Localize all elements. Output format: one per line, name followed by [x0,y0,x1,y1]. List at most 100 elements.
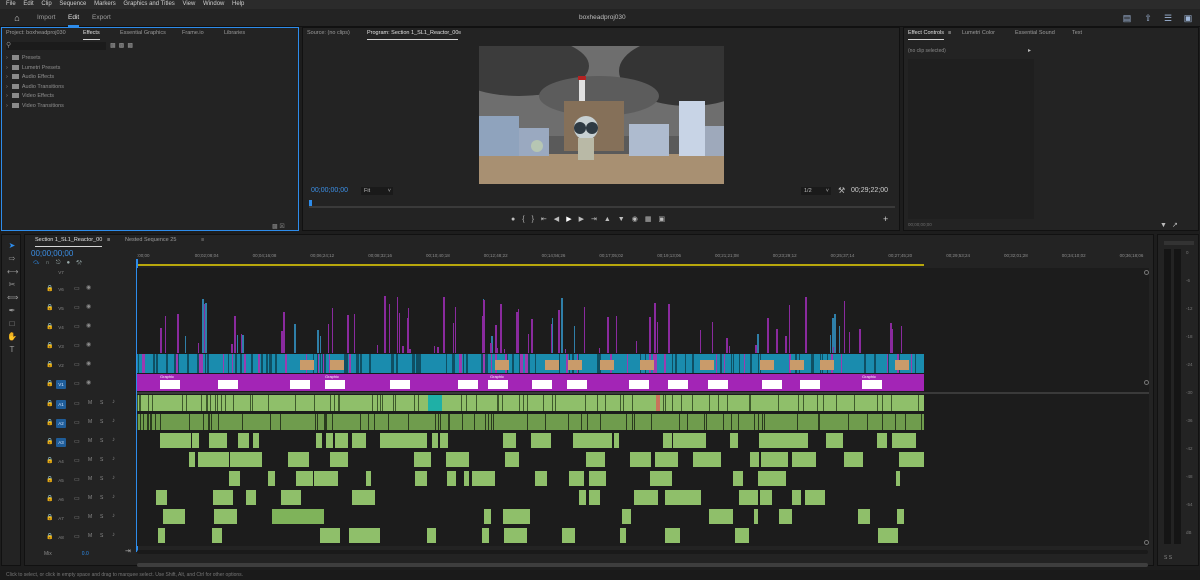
tab-source[interactable]: Source: (no clips) [307,28,350,39]
overlay-clip[interactable] [900,325,903,353]
overlay-clip[interactable] [699,330,702,353]
track-name-V6[interactable]: V6 [56,285,66,294]
clip-edge[interactable] [258,354,260,373]
audio-edge[interactable] [664,395,666,411]
clip-edge[interactable] [166,354,168,373]
lock-icon[interactable]: 🔒 [46,323,53,330]
overlay-clip[interactable] [668,304,670,353]
overlay-clip[interactable] [384,296,386,353]
audio-edge[interactable] [881,395,883,411]
audio-clip[interactable] [620,528,627,543]
video-thumb[interactable] [600,360,614,370]
audio-edge[interactable] [371,395,373,411]
clip-edge[interactable] [244,354,246,373]
solo-button[interactable]: S [100,514,103,520]
audio-edge[interactable] [208,414,209,430]
sync-icon[interactable]: ▭ [74,400,80,407]
track-name-V7[interactable]: V7 [56,268,66,277]
menu-markers[interactable]: Markers [94,0,116,9]
clip-edge[interactable] [391,354,393,373]
clip-edge[interactable] [750,354,752,373]
step-back-icon[interactable]: ◀ [554,216,566,223]
clip-edge[interactable] [344,354,347,373]
audio-edge[interactable] [542,395,544,411]
clip-edge[interactable] [187,354,189,373]
clip-edge[interactable] [153,354,155,373]
overlay-clip[interactable] [317,329,319,353]
tab-libraries[interactable]: Libraries [224,28,245,39]
overlay-clip[interactable] [531,319,533,353]
sync-icon[interactable]: ▭ [74,380,80,387]
eye-icon[interactable]: ◉ [86,360,91,367]
solo-button[interactable]: S [100,533,103,539]
audio-clip[interactable] [192,433,199,448]
tree-item-presets[interactable]: › Presets [6,54,64,64]
title-clip-thumb[interactable] [567,380,587,389]
audio-clip[interactable] [633,452,652,467]
go-to-in-icon[interactable]: ⇤ [541,216,554,223]
audio-edge[interactable] [155,414,157,430]
overlay-clip[interactable] [654,303,656,353]
video-thumb[interactable] [640,360,654,370]
audio-clip[interactable] [439,433,449,448]
audio-clip[interactable] [170,433,191,448]
video-thumb[interactable] [495,360,509,370]
audio-edge[interactable] [749,395,751,411]
program-scrub-bar[interactable] [309,206,895,208]
compare-icon[interactable]: ▦ [645,216,659,223]
overlay-clip[interactable] [649,316,651,353]
audio-clip[interactable] [334,433,349,448]
audio-clip-marker[interactable] [656,395,660,411]
audio-edge[interactable] [407,414,409,430]
audio-clip[interactable] [591,433,612,448]
overlay-clip[interactable] [607,316,609,353]
lift-icon[interactable]: ▲ [604,216,618,223]
audio-clip[interactable] [212,452,221,467]
clip-edge[interactable] [324,354,326,373]
track-name-A5[interactable]: A5 [56,476,66,485]
solo-button[interactable]: S [100,495,103,501]
track-name-V3[interactable]: V3 [56,342,66,351]
clip-edge[interactable] [715,354,718,373]
clip-edge[interactable] [684,354,687,373]
audio-edge[interactable] [325,414,327,430]
overlay-clip[interactable] [635,340,638,353]
audio-clip[interactable] [561,528,576,543]
camera-icon[interactable]: ◉ [632,216,645,223]
audio-clip[interactable] [749,452,760,467]
search-icon[interactable]: ⚲ [6,42,106,50]
clip-edge[interactable] [204,354,207,373]
audio-clip[interactable] [658,452,662,467]
clip-edge[interactable] [521,354,524,373]
audio-edge[interactable] [448,414,450,430]
overlay-clip[interactable] [177,314,179,353]
audio-edge[interactable] [207,395,209,411]
audio-clip[interactable] [315,433,323,448]
audio-clip[interactable] [504,452,520,467]
clip-edge[interactable] [812,354,814,373]
clip-edge[interactable] [201,354,203,373]
track-name-V5[interactable]: V5 [56,304,66,313]
overlay-clip[interactable] [527,333,530,353]
track-name-A7[interactable]: A7 [56,514,66,523]
audio-clip[interactable] [252,433,260,448]
title-clip-thumb[interactable] [532,380,552,389]
lock-icon[interactable]: 🔒 [46,285,53,292]
tab-export[interactable]: Export [92,9,111,27]
audio-clip[interactable] [508,528,527,543]
audio-edge[interactable] [218,414,220,430]
clip-edge[interactable] [346,354,348,373]
overlay-clip[interactable] [396,296,398,353]
track-name-V1[interactable]: V1 [56,380,66,389]
audio-edge[interactable] [241,414,243,430]
sync-icon[interactable]: ▭ [74,495,80,502]
audio-clip[interactable] [788,433,808,448]
audio-edge[interactable] [722,414,724,430]
audio-clip[interactable] [413,452,432,467]
overlay-clip[interactable] [234,316,236,353]
hand-tool-icon[interactable]: ✋ [7,332,17,342]
clip-edge[interactable] [626,354,629,373]
audio-edge[interactable] [917,395,919,411]
mute-button[interactable]: M [88,419,92,425]
audio-clip[interactable] [427,528,436,543]
